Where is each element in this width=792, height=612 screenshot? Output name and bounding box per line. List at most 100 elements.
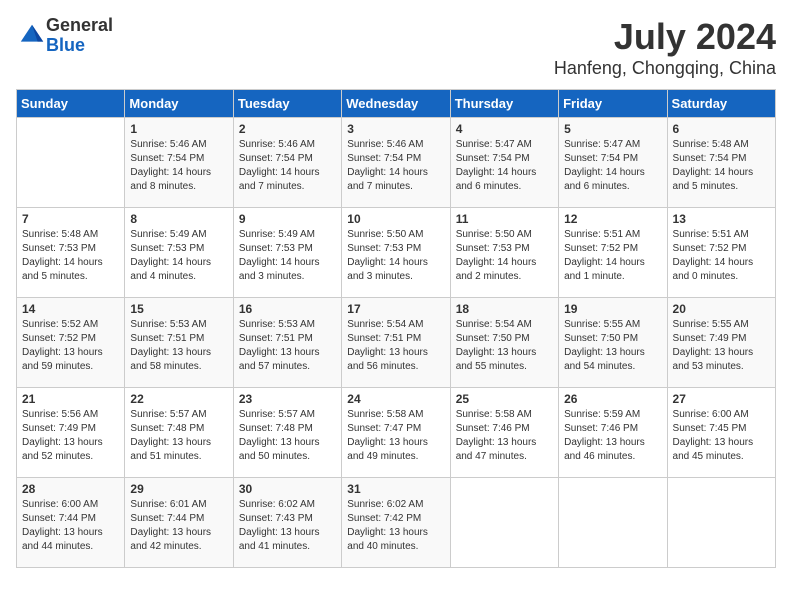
calendar-cell: 5Sunrise: 5:47 AM Sunset: 7:54 PM Daylig… (559, 118, 667, 208)
day-info: Sunrise: 6:01 AM Sunset: 7:44 PM Dayligh… (130, 498, 227, 554)
calendar-cell (17, 118, 125, 208)
day-info: Sunrise: 5:48 AM Sunset: 7:53 PM Dayligh… (22, 228, 119, 284)
day-number: 15 (130, 302, 227, 316)
col-header-thursday: Thursday (450, 90, 558, 118)
day-number: 30 (239, 482, 336, 496)
day-number: 26 (564, 392, 661, 406)
calendar-cell: 27 Sunrise: 6:00 AM Sunset: 7:45 PM Dayli… (667, 388, 775, 478)
calendar-cell: 17Sunrise: 5:54 AM Sunset: 7:51 PM Dayli… (342, 298, 450, 388)
day-info: Sunrise: 5:57 AM Sunset: 7:48 PM Dayligh… (239, 408, 336, 464)
day-number: 14 (22, 302, 119, 316)
title-block: July 2024 Hanfeng, Chongqing, China (554, 16, 776, 79)
calendar-cell: 13Sunrise: 5:51 AM Sunset: 7:52 PM Dayli… (667, 208, 775, 298)
day-info: Sunrise: 5:52 AM Sunset: 7:52 PM Dayligh… (22, 318, 119, 374)
day-number: 12 (564, 212, 661, 226)
col-header-sunday: Sunday (17, 90, 125, 118)
day-info: Sunrise: 5:46 AM Sunset: 7:54 PM Dayligh… (347, 138, 444, 194)
day-info: Sunrise: 5:46 AM Sunset: 7:54 PM Dayligh… (130, 138, 227, 194)
col-header-friday: Friday (559, 90, 667, 118)
day-number: 6 (673, 122, 770, 136)
day-number: 19 (564, 302, 661, 316)
day-number: 5 (564, 122, 661, 136)
day-number: 11 (456, 212, 553, 226)
day-number: 13 (673, 212, 770, 226)
day-number: 21 (22, 392, 119, 406)
day-info: Sunrise: 5:46 AM Sunset: 7:54 PM Dayligh… (239, 138, 336, 194)
calendar-cell (667, 478, 775, 568)
calendar-cell: 8Sunrise: 5:49 AM Sunset: 7:53 PM Daylig… (125, 208, 233, 298)
calendar-cell: 28 Sunrise: 6:00 AM Sunset: 7:44 PM Dayli… (17, 478, 125, 568)
calendar-week-4: 21 Sunrise: 5:56 AM Sunset: 7:49 PM Dayli… (17, 388, 776, 478)
calendar-cell: 9Sunrise: 5:49 AM Sunset: 7:53 PM Daylig… (233, 208, 341, 298)
calendar-body: 1 Sunrise: 5:46 AM Sunset: 7:54 PM Daylig… (17, 118, 776, 568)
day-info: Sunrise: 5:51 AM Sunset: 7:52 PM Dayligh… (564, 228, 661, 284)
calendar-cell: 7Sunrise: 5:48 AM Sunset: 7:53 PM Daylig… (17, 208, 125, 298)
day-number: 31 (347, 482, 444, 496)
logo-blue-text: Blue (46, 35, 85, 55)
day-info: Sunrise: 5:55 AM Sunset: 7:49 PM Dayligh… (673, 318, 770, 374)
calendar-cell: 2 Sunrise: 5:46 AM Sunset: 7:54 PM Daylig… (233, 118, 341, 208)
day-info: Sunrise: 5:48 AM Sunset: 7:54 PM Dayligh… (673, 138, 770, 194)
calendar-cell: 24 Sunrise: 5:58 AM Sunset: 7:47 PM Dayli… (342, 388, 450, 478)
calendar-cell: 16 Sunrise: 5:53 AM Sunset: 7:51 PM Dayli… (233, 298, 341, 388)
day-number: 23 (239, 392, 336, 406)
day-info: Sunrise: 6:00 AM Sunset: 7:44 PM Dayligh… (22, 498, 119, 554)
calendar-cell: 3 Sunrise: 5:46 AM Sunset: 7:54 PM Daylig… (342, 118, 450, 208)
day-info: Sunrise: 5:50 AM Sunset: 7:53 PM Dayligh… (456, 228, 553, 284)
day-number: 18 (456, 302, 553, 316)
day-number: 4 (456, 122, 553, 136)
calendar-cell: 29 Sunrise: 6:01 AM Sunset: 7:44 PM Dayli… (125, 478, 233, 568)
day-number: 22 (130, 392, 227, 406)
calendar-cell: 21 Sunrise: 5:56 AM Sunset: 7:49 PM Dayli… (17, 388, 125, 478)
day-number: 1 (130, 122, 227, 136)
day-number: 25 (456, 392, 553, 406)
col-header-monday: Monday (125, 90, 233, 118)
calendar-cell: 30Sunrise: 6:02 AM Sunset: 7:43 PM Dayli… (233, 478, 341, 568)
calendar-cell: 10 Sunrise: 5:50 AM Sunset: 7:53 PM Dayli… (342, 208, 450, 298)
calendar-cell: 15Sunrise: 5:53 AM Sunset: 7:51 PM Dayli… (125, 298, 233, 388)
col-header-saturday: Saturday (667, 90, 775, 118)
calendar-cell: 1 Sunrise: 5:46 AM Sunset: 7:54 PM Daylig… (125, 118, 233, 208)
day-number: 24 (347, 392, 444, 406)
day-info: Sunrise: 5:56 AM Sunset: 7:49 PM Dayligh… (22, 408, 119, 464)
day-info: Sunrise: 5:49 AM Sunset: 7:53 PM Dayligh… (130, 228, 227, 284)
calendar-cell: 4 Sunrise: 5:47 AM Sunset: 7:54 PM Daylig… (450, 118, 558, 208)
day-number: 2 (239, 122, 336, 136)
day-number: 27 (673, 392, 770, 406)
day-info: Sunrise: 5:58 AM Sunset: 7:47 PM Dayligh… (347, 408, 444, 464)
day-number: 3 (347, 122, 444, 136)
day-info: Sunrise: 5:58 AM Sunset: 7:46 PM Dayligh… (456, 408, 553, 464)
calendar-cell: 11 Sunrise: 5:50 AM Sunset: 7:53 PM Dayli… (450, 208, 558, 298)
day-info: Sunrise: 5:47 AM Sunset: 7:54 PM Dayligh… (456, 138, 553, 194)
calendar-cell: 19Sunrise: 5:55 AM Sunset: 7:50 PM Dayli… (559, 298, 667, 388)
day-info: Sunrise: 5:57 AM Sunset: 7:48 PM Dayligh… (130, 408, 227, 464)
col-header-tuesday: Tuesday (233, 90, 341, 118)
page-header: General Blue July 2024 Hanfeng, Chongqin… (16, 16, 776, 79)
day-number: 29 (130, 482, 227, 496)
day-number: 16 (239, 302, 336, 316)
calendar-cell: 31 Sunrise: 6:02 AM Sunset: 7:42 PM Dayli… (342, 478, 450, 568)
calendar-header-row: SundayMondayTuesdayWednesdayThursdayFrid… (17, 90, 776, 118)
calendar-table: SundayMondayTuesdayWednesdayThursdayFrid… (16, 89, 776, 568)
logo-general-text: General (46, 15, 113, 35)
calendar-cell (559, 478, 667, 568)
day-number: 20 (673, 302, 770, 316)
calendar-cell: 23 Sunrise: 5:57 AM Sunset: 7:48 PM Dayli… (233, 388, 341, 478)
logo: General Blue (16, 16, 113, 56)
day-info: Sunrise: 5:59 AM Sunset: 7:46 PM Dayligh… (564, 408, 661, 464)
day-info: Sunrise: 6:02 AM Sunset: 7:42 PM Dayligh… (347, 498, 444, 554)
calendar-cell: 26 Sunrise: 5:59 AM Sunset: 7:46 PM Dayli… (559, 388, 667, 478)
calendar-week-1: 1 Sunrise: 5:46 AM Sunset: 7:54 PM Daylig… (17, 118, 776, 208)
day-info: Sunrise: 5:54 AM Sunset: 7:51 PM Dayligh… (347, 318, 444, 374)
col-header-wednesday: Wednesday (342, 90, 450, 118)
day-info: Sunrise: 5:53 AM Sunset: 7:51 PM Dayligh… (239, 318, 336, 374)
day-info: Sunrise: 5:50 AM Sunset: 7:53 PM Dayligh… (347, 228, 444, 284)
month-year: July 2024 (554, 16, 776, 58)
day-info: Sunrise: 6:00 AM Sunset: 7:45 PM Dayligh… (673, 408, 770, 464)
calendar-cell: 20 Sunrise: 5:55 AM Sunset: 7:49 PM Dayli… (667, 298, 775, 388)
calendar-cell: 14 Sunrise: 5:52 AM Sunset: 7:52 PM Dayli… (17, 298, 125, 388)
calendar-cell: 6 Sunrise: 5:48 AM Sunset: 7:54 PM Daylig… (667, 118, 775, 208)
day-number: 28 (22, 482, 119, 496)
day-number: 10 (347, 212, 444, 226)
calendar-cell: 22 Sunrise: 5:57 AM Sunset: 7:48 PM Dayli… (125, 388, 233, 478)
